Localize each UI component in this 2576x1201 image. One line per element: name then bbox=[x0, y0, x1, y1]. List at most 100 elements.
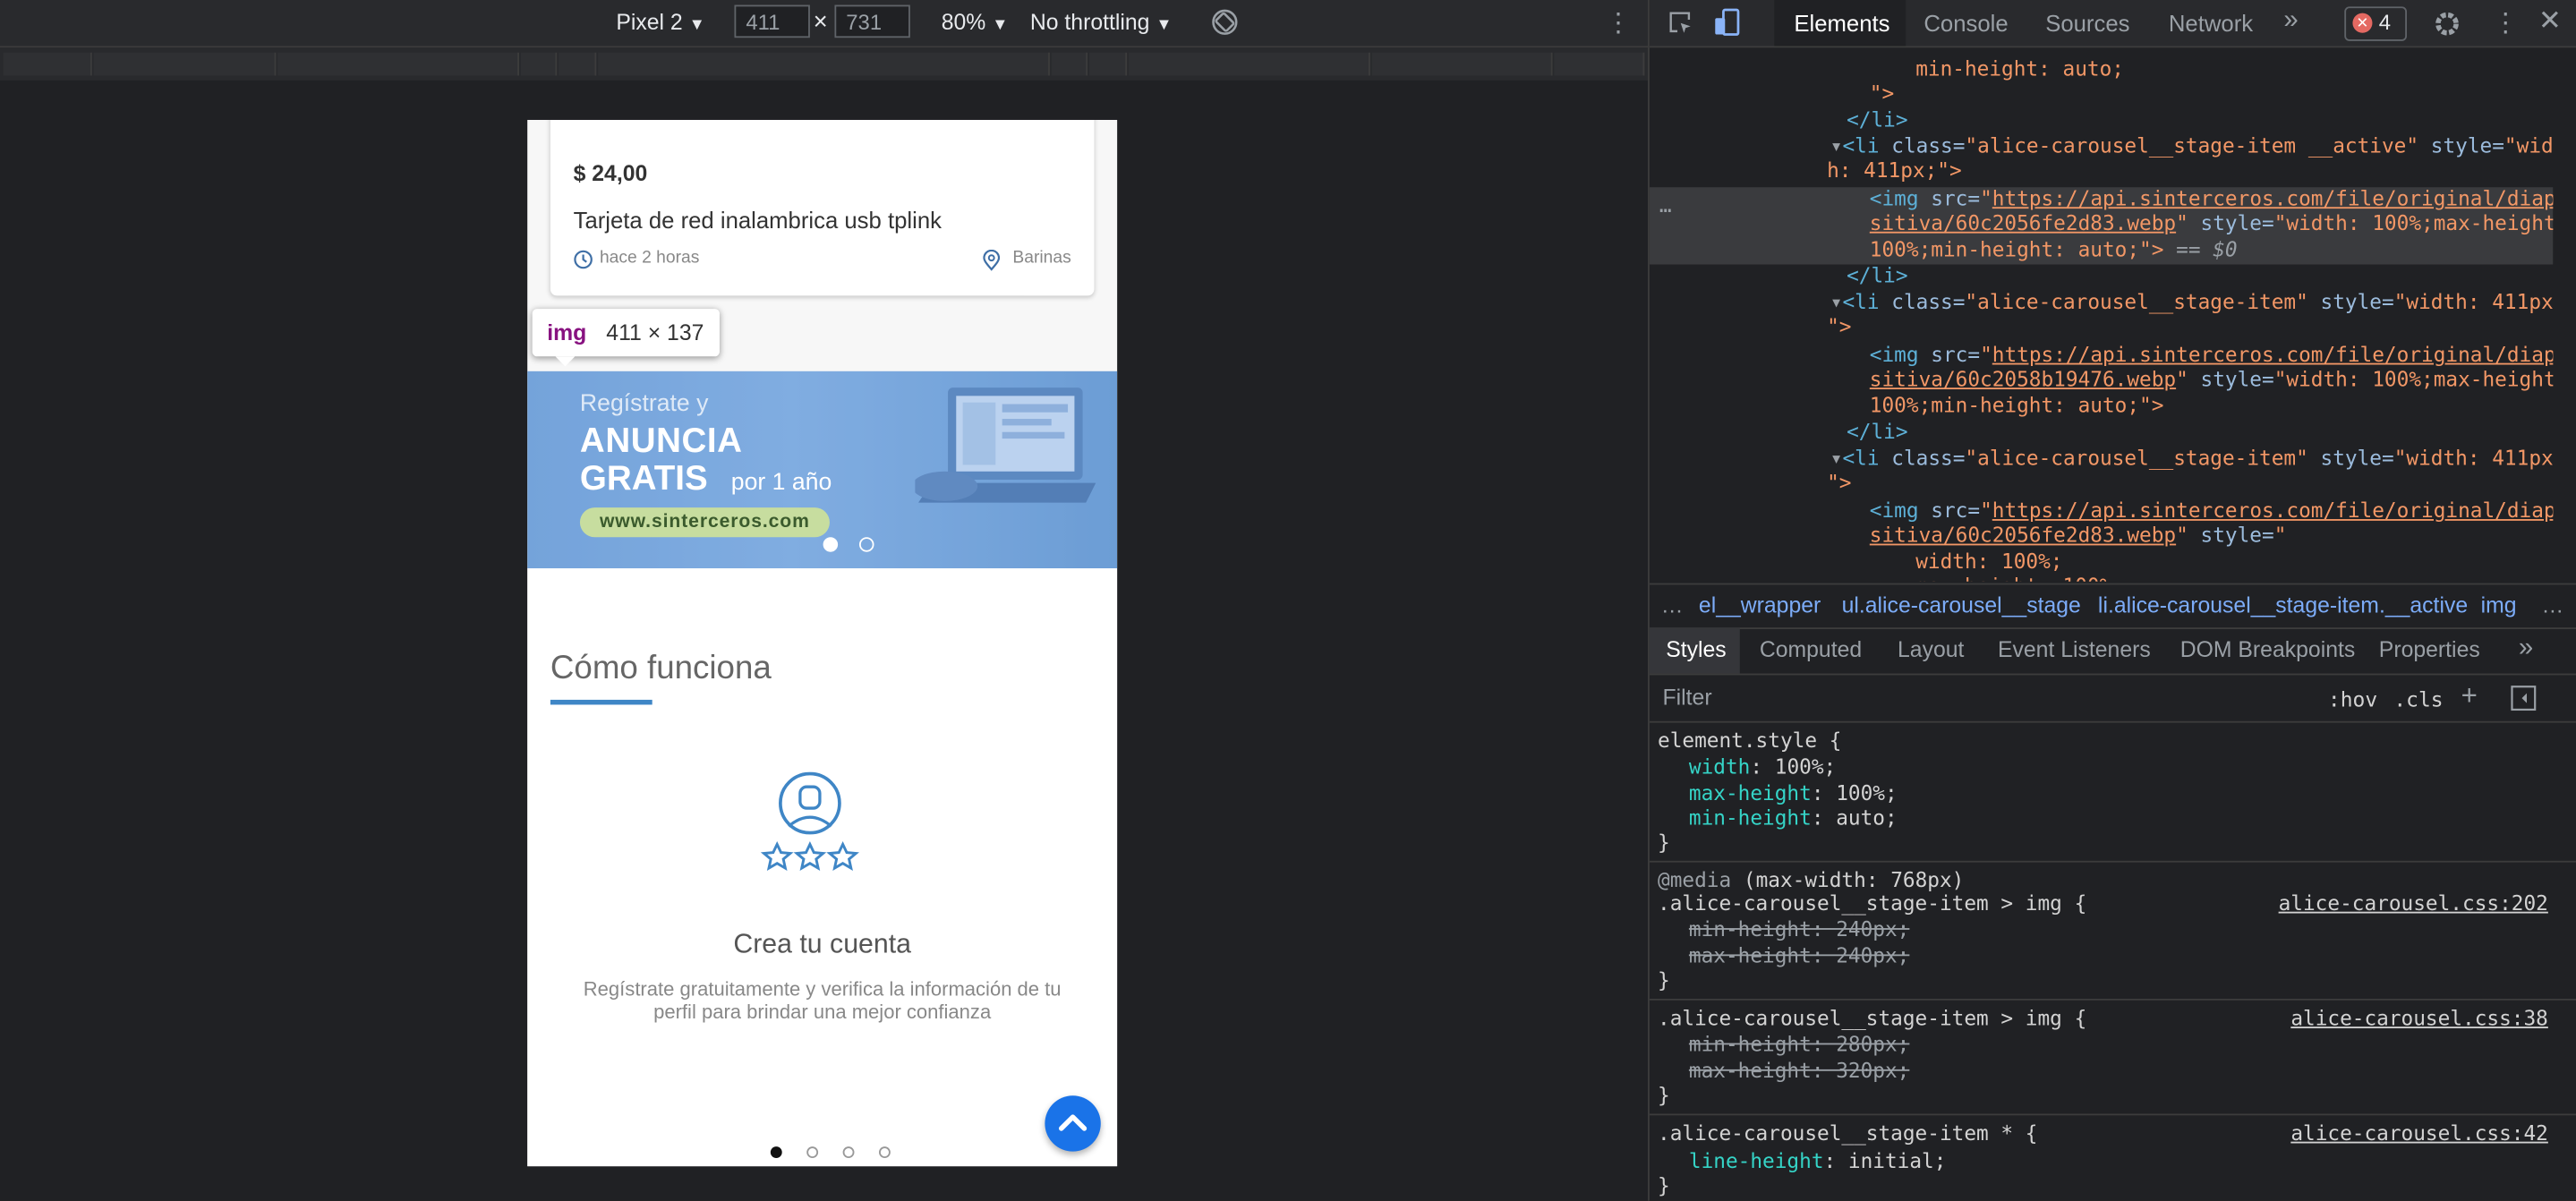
media-segment[interactable] bbox=[559, 52, 597, 76]
dom-link[interactable]: https://api.sinterceros.com/file/origina… bbox=[1992, 342, 2554, 367]
step-dot[interactable] bbox=[842, 1146, 855, 1159]
height-input[interactable]: 731 bbox=[834, 4, 910, 38]
dom-line[interactable]: 100%;min-height: auto;"> == $0 bbox=[1870, 236, 2238, 261]
tab-event-listeners[interactable]: Event Listeners bbox=[1998, 637, 2151, 662]
rule-selector[interactable]: .alice-carousel__stage-item > img { bbox=[1658, 1005, 2086, 1030]
rule-selector[interactable]: .alice-carousel__stage-item * { bbox=[1658, 1120, 2037, 1146]
dom-line[interactable]: ▾<li class="alice-carousel__stage-item _… bbox=[1830, 133, 2554, 158]
step-dot-active[interactable] bbox=[770, 1146, 782, 1159]
more-subtabs-icon[interactable]: » bbox=[2519, 635, 2533, 664]
overridden-declaration[interactable]: max-height: 240px; bbox=[1689, 943, 1909, 968]
carousel-dot[interactable] bbox=[858, 537, 874, 552]
more-options-icon[interactable]: ⋮ bbox=[1605, 6, 1631, 39]
overridden-declaration[interactable]: max-height: 320px; bbox=[1689, 1058, 1909, 1083]
breadcrumb-item[interactable]: img bbox=[2481, 593, 2517, 618]
tab-styles[interactable]: Styles bbox=[1666, 637, 1726, 662]
expand-triangle-icon[interactable]: ▾ bbox=[1830, 445, 1843, 470]
breadcrumb-item[interactable]: el__wrapper bbox=[1699, 593, 1821, 618]
style-declaration[interactable]: max-height: 100%; bbox=[1689, 780, 1898, 805]
error-counter[interactable]: ✕ 4 bbox=[2344, 6, 2408, 41]
dom-line[interactable]: min-height: auto; bbox=[1915, 55, 2124, 81]
sidebar-toggle-icon[interactable] bbox=[2511, 685, 2537, 711]
dom-line[interactable]: max-height: 100%; bbox=[1915, 574, 2124, 582]
breadcrumb-item[interactable]: li.alice-carousel__stage-item.__active bbox=[2098, 593, 2468, 618]
dom-link[interactable]: https://api.sinterceros.com/file/origina… bbox=[1992, 185, 2554, 210]
media-segment[interactable] bbox=[3, 52, 92, 76]
dom-line[interactable]: h: 411px;"> bbox=[1827, 158, 1962, 183]
promo-banner-image[interactable]: Regístrate y ANUNCIA GRATIS por 1 año ww… bbox=[527, 371, 1118, 569]
breadcrumb-item[interactable]: … bbox=[2542, 593, 2564, 618]
product-title[interactable]: Tarjeta de red inalambrica usb tplink bbox=[574, 207, 942, 233]
rotate-icon[interactable] bbox=[1211, 8, 1239, 36]
media-segment[interactable] bbox=[277, 52, 520, 76]
dom-line-selected[interactable]: <img src="https://api.sinterceros.com/fi… bbox=[1870, 185, 2554, 210]
tab-dom-breakpoints[interactable]: DOM Breakpoints bbox=[2180, 637, 2356, 662]
width-input[interactable]: 411 bbox=[734, 4, 810, 38]
dom-line[interactable]: "> bbox=[1827, 470, 1851, 495]
dom-line[interactable]: <img src="https://api.sinterceros.com/fi… bbox=[1870, 498, 2554, 523]
dom-link[interactable]: https://api.sinterceros.com/file/origina… bbox=[1992, 498, 2554, 523]
node-ellipsis-icon[interactable]: … bbox=[1659, 192, 1672, 217]
style-declaration[interactable]: min-height: auto; bbox=[1689, 805, 1898, 830]
style-declaration[interactable]: width: 100%; bbox=[1689, 754, 1836, 779]
hov-toggle[interactable]: :hov bbox=[2328, 686, 2377, 711]
tab-layout[interactable]: Layout bbox=[1898, 637, 1964, 662]
source-link[interactable]: alice-carousel.css:42 bbox=[2290, 1120, 2548, 1146]
carousel-dot-active[interactable] bbox=[823, 537, 839, 552]
media-segment[interactable] bbox=[1128, 52, 1370, 76]
more-tabs-icon[interactable]: » bbox=[2283, 6, 2298, 36]
dom-line[interactable]: width: 100%; bbox=[1915, 549, 2062, 574]
dom-line[interactable]: </li> bbox=[1847, 263, 1907, 288]
dom-line[interactable]: </li> bbox=[1847, 106, 1907, 132]
rule-selector[interactable]: .alice-carousel__stage-item > img { bbox=[1658, 890, 2086, 916]
dom-line[interactable]: sitiva/60c2056fe2d83.webp" style="width:… bbox=[1870, 210, 2554, 235]
media-segment[interactable] bbox=[1051, 52, 1088, 76]
inspect-element-icon[interactable] bbox=[1668, 10, 1693, 36]
dom-line[interactable]: sitiva/60c2056fe2d83.webp" style=" bbox=[1870, 523, 2287, 548]
source-link[interactable]: alice-carousel.css:38 bbox=[2290, 1005, 2548, 1030]
scroll-top-button[interactable] bbox=[1045, 1095, 1101, 1152]
expand-triangle-icon[interactable]: ▾ bbox=[1830, 289, 1843, 314]
dom-link[interactable]: sitiva/60c2058b19476.webp bbox=[1870, 366, 2176, 391]
dom-line[interactable]: 100%;min-height: auto;"> bbox=[1870, 393, 2164, 418]
overridden-declaration[interactable]: min-height: 240px; bbox=[1689, 916, 1909, 941]
source-link[interactable]: alice-carousel.css:202 bbox=[2279, 890, 2548, 916]
dom-line[interactable]: "> bbox=[1870, 81, 1894, 106]
breadcrumb-item[interactable]: ul.alice-carousel__stage bbox=[1842, 593, 2081, 618]
media-segment[interactable] bbox=[598, 52, 1050, 76]
zoom-select[interactable]: 80% ▼ bbox=[942, 10, 1009, 35]
gear-icon[interactable] bbox=[2433, 10, 2461, 38]
step-dot[interactable] bbox=[806, 1146, 819, 1159]
tab-console[interactable]: Console bbox=[1923, 10, 2008, 36]
tab-computed[interactable]: Computed bbox=[1760, 637, 1862, 662]
expand-triangle-icon[interactable]: ▾ bbox=[1830, 133, 1843, 158]
media-segment[interactable] bbox=[1088, 52, 1128, 76]
tab-properties[interactable]: Properties bbox=[2379, 637, 2480, 662]
tab-sources[interactable]: Sources bbox=[2045, 10, 2129, 36]
step-dot[interactable] bbox=[878, 1146, 891, 1159]
dom-link[interactable]: sitiva/60c2056fe2d83.webp bbox=[1870, 210, 2176, 235]
media-segment[interactable] bbox=[520, 52, 558, 76]
add-rule-icon[interactable]: + bbox=[2461, 680, 2478, 713]
device-select[interactable]: Pixel 2 ▼ bbox=[616, 10, 704, 35]
media-segment[interactable] bbox=[1554, 52, 1645, 76]
dom-line[interactable]: ▾<li class="alice-carousel__stage-item" … bbox=[1830, 289, 2554, 314]
close-icon[interactable]: ✕ bbox=[2538, 5, 2562, 38]
dom-line[interactable]: </li> bbox=[1847, 419, 1907, 444]
media-segment[interactable] bbox=[1371, 52, 1553, 76]
tab-elements[interactable]: Elements bbox=[1794, 10, 1889, 36]
filter-input[interactable]: Filter bbox=[1663, 685, 1712, 710]
overridden-declaration[interactable]: min-height: 280px; bbox=[1689, 1032, 1909, 1057]
throttling-select[interactable]: No throttling ▼ bbox=[1030, 10, 1173, 35]
device-toggle-icon[interactable] bbox=[1713, 8, 1741, 38]
media-segment[interactable] bbox=[93, 52, 277, 76]
element-style-selector[interactable]: element.style { bbox=[1658, 728, 1841, 753]
dom-link[interactable]: sitiva/60c2056fe2d83.webp bbox=[1870, 523, 2176, 548]
dom-line[interactable]: <img src="https://api.sinterceros.com/fi… bbox=[1870, 342, 2554, 367]
dom-line[interactable]: "> bbox=[1827, 314, 1851, 339]
product-card[interactable]: $ 24,00 Tarjeta de red inalambrica usb t… bbox=[550, 119, 1095, 296]
cls-toggle[interactable]: .cls bbox=[2393, 686, 2443, 711]
dom-line[interactable]: ▾<li class="alice-carousel__stage-item" … bbox=[1830, 445, 2554, 470]
kebab-menu-icon[interactable]: ⋮ bbox=[2492, 6, 2518, 39]
style-declaration[interactable]: line-height: initial; bbox=[1689, 1148, 1947, 1173]
